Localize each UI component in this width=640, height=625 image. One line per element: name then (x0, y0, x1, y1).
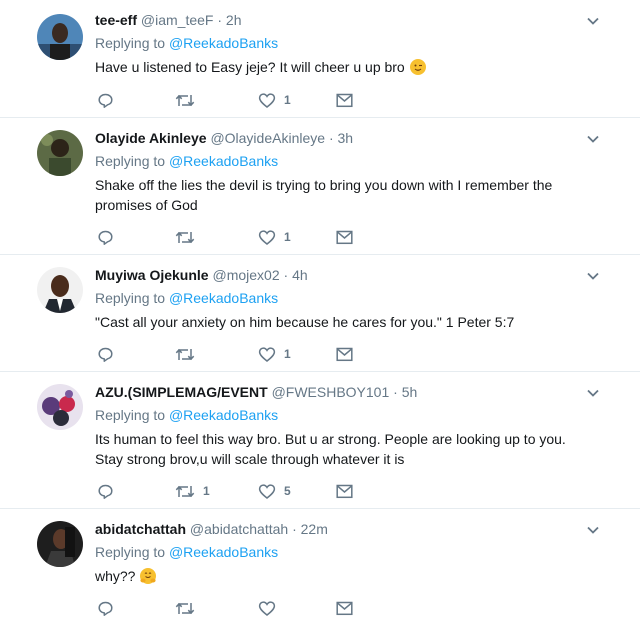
author-name[interactable]: Muyiwa Ojekunle (95, 267, 209, 283)
reply-tweet[interactable]: Muyiwa Ojekunle @mojex02 · 4h Replying t… (0, 255, 640, 372)
reply-icon (98, 93, 113, 108)
reply-button[interactable] (97, 345, 114, 363)
author-handle[interactable]: @mojex02 (212, 267, 279, 283)
avatar[interactable] (37, 267, 83, 313)
like-button[interactable]: 1 (258, 91, 291, 109)
retweet-button[interactable]: 1 (175, 482, 210, 500)
replying-to-label: Replying to (95, 153, 166, 169)
replying-to-link[interactable]: @ReekadoBanks (169, 35, 278, 51)
heart-icon (258, 600, 276, 616)
direct-message-button[interactable] (336, 482, 353, 500)
chevron-down-icon[interactable] (586, 386, 600, 400)
reply-tweet[interactable]: tee-eff @iam_teeF · 2h Replying to @Reek… (0, 0, 640, 118)
retweet-icon (175, 485, 195, 497)
replying-to-label: Replying to (95, 290, 166, 306)
timestamp[interactable]: · 2h (217, 12, 241, 28)
author-handle[interactable]: @OlayideAkinleye (210, 130, 325, 146)
chevron-down-icon[interactable] (586, 269, 600, 283)
like-count: 1 (284, 347, 291, 361)
author-name[interactable]: Olayide Akinleye (95, 130, 207, 146)
heart-icon (258, 346, 276, 362)
retweet-icon (175, 231, 195, 243)
reply-button[interactable] (97, 482, 114, 500)
replying-to-link[interactable]: @ReekadoBanks (169, 290, 278, 306)
author-handle[interactable]: @FWESHBOY101 (272, 384, 390, 400)
envelope-icon (336, 484, 353, 498)
reply-tweet[interactable]: abidatchattah @abidatchattah · 22m Reply… (0, 509, 640, 625)
reply-button[interactable] (97, 91, 114, 109)
reply-button[interactable] (97, 599, 114, 617)
author-handle[interactable]: @iam_teeF (141, 12, 214, 28)
like-count: 1 (284, 230, 291, 244)
reply-icon (98, 347, 113, 362)
replying-to-label: Replying to (95, 544, 166, 560)
envelope-icon (336, 601, 353, 615)
like-count: 5 (284, 484, 291, 498)
timestamp[interactable]: · 5h (393, 384, 417, 400)
tweet-text: Shake off the lies the devil is trying t… (95, 177, 553, 213)
like-button[interactable]: 1 (258, 228, 291, 246)
retweet-button[interactable] (175, 599, 203, 617)
replying-to-label: Replying to (95, 407, 166, 423)
retweet-icon (175, 94, 195, 106)
timestamp[interactable]: · 3h (329, 130, 353, 146)
chevron-down-icon[interactable] (586, 14, 600, 28)
avatar[interactable] (37, 521, 83, 567)
heart-icon (258, 483, 276, 499)
hugging-face-emoji (140, 568, 157, 584)
heart-icon (258, 229, 276, 245)
timestamp[interactable]: · 4h (284, 267, 308, 283)
reply-icon (98, 484, 113, 499)
chevron-down-icon[interactable] (586, 132, 600, 146)
reply-tweet[interactable]: AZU.(SIMPLEMAG/EVENT @FWESHBOY101 · 5h R… (0, 372, 640, 509)
direct-message-button[interactable] (336, 228, 353, 246)
direct-message-button[interactable] (336, 91, 353, 109)
retweet-icon (175, 602, 195, 614)
author-name[interactable]: abidatchattah (95, 521, 186, 537)
reply-icon (98, 230, 113, 245)
replying-to-label: Replying to (95, 35, 166, 51)
retweet-button[interactable] (175, 228, 203, 246)
avatar[interactable] (37, 130, 83, 176)
author-handle[interactable]: @abidatchattah (190, 521, 288, 537)
avatar[interactable] (37, 14, 83, 60)
author-name[interactable]: tee-eff (95, 12, 137, 28)
replying-to-link[interactable]: @ReekadoBanks (169, 153, 278, 169)
tweet-text: Its human to feel this way bro. But u ar… (95, 431, 566, 467)
like-button[interactable]: 1 (258, 345, 291, 363)
envelope-icon (336, 230, 353, 244)
like-button[interactable]: 5 (258, 482, 291, 500)
tweet-text: Have u listened to Easy jeje? It will ch… (95, 59, 405, 75)
chevron-down-icon[interactable] (586, 523, 600, 537)
avatar[interactable] (37, 384, 83, 430)
retweet-button[interactable] (175, 345, 203, 363)
timestamp[interactable]: · 22m (292, 521, 328, 537)
reply-button[interactable] (97, 228, 114, 246)
reply-icon (98, 601, 113, 616)
retweet-icon (175, 348, 195, 360)
replying-to-link[interactable]: @ReekadoBanks (169, 407, 278, 423)
envelope-icon (336, 347, 353, 361)
like-count: 1 (284, 93, 291, 107)
reply-tweet[interactable]: Olayide Akinleye @OlayideAkinleye · 3h R… (0, 118, 640, 255)
envelope-icon (336, 93, 353, 107)
tweet-text: "Cast all your anxiety on him because he… (95, 314, 515, 330)
direct-message-button[interactable] (336, 345, 353, 363)
author-name[interactable]: AZU.(SIMPLEMAG/EVENT (95, 384, 268, 400)
retweet-count: 1 (203, 484, 210, 498)
heart-icon (258, 92, 276, 108)
winking-face-emoji (409, 59, 426, 75)
direct-message-button[interactable] (336, 599, 353, 617)
replying-to-link[interactable]: @ReekadoBanks (169, 544, 278, 560)
retweet-button[interactable] (175, 91, 203, 109)
like-button[interactable] (258, 599, 284, 617)
tweet-text: why?? (95, 568, 136, 584)
